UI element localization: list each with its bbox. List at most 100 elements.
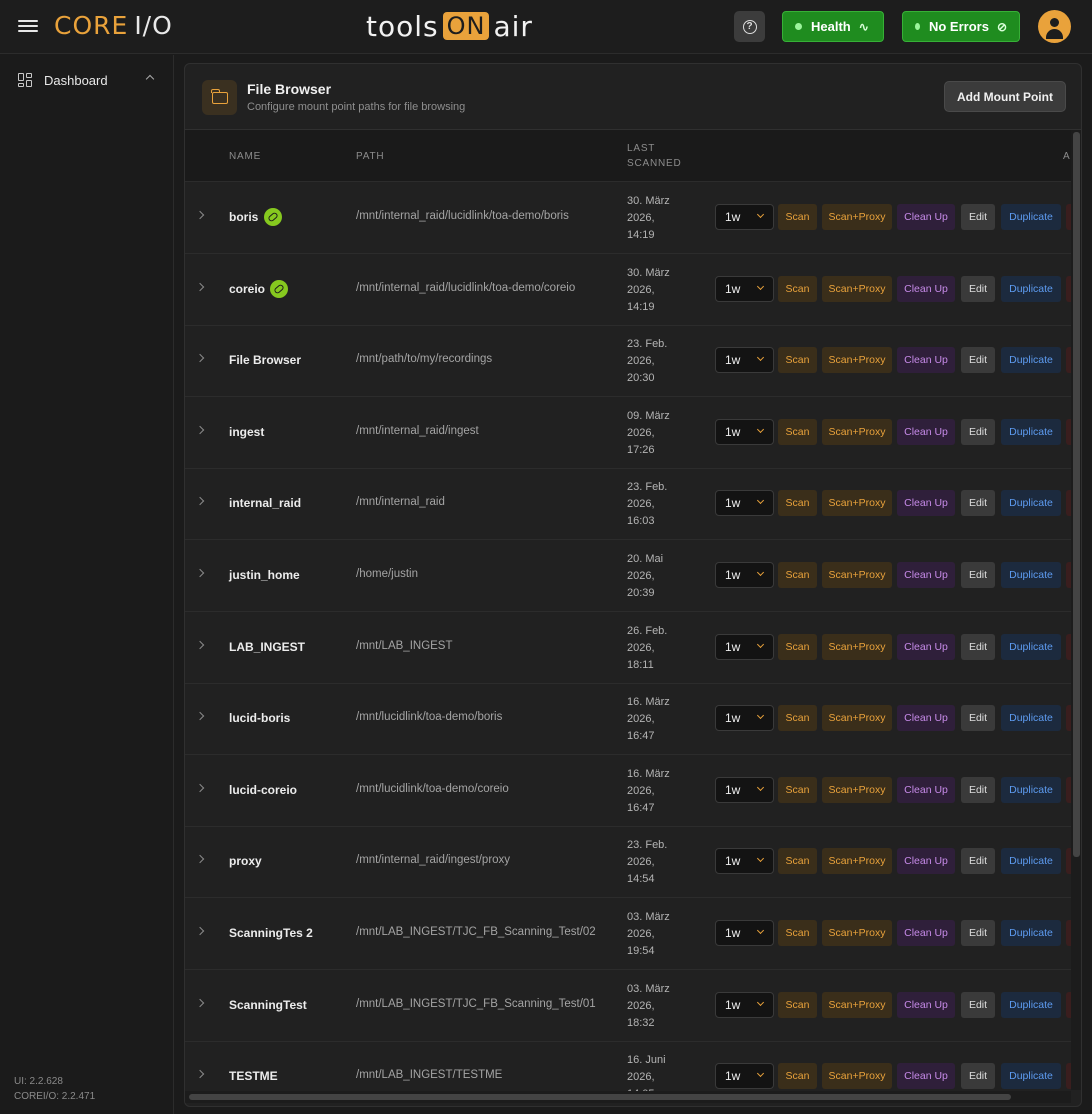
scan-interval-select[interactable]: 1w xyxy=(715,920,774,946)
scan-proxy-button[interactable]: Scan+Proxy xyxy=(822,1063,892,1090)
chevron-up-icon[interactable] xyxy=(145,74,155,84)
duplicate-button[interactable]: Duplicate xyxy=(1001,562,1061,588)
edit-button[interactable]: Edit xyxy=(961,920,995,946)
duplicate-button[interactable]: Duplicate xyxy=(1001,490,1061,517)
scan-proxy-button[interactable]: Scan+Proxy xyxy=(822,490,892,517)
duplicate-button[interactable]: Duplicate xyxy=(1001,347,1061,374)
chevron-right-icon[interactable] xyxy=(195,926,205,936)
clean-up-button[interactable]: Clean Up xyxy=(897,275,955,302)
table-row[interactable]: ScanningTes 2/mnt/LAB_INGEST/TJC_FB_Scan… xyxy=(185,898,1076,970)
scan-proxy-button[interactable]: Scan+Proxy xyxy=(822,776,892,803)
scan-button[interactable]: Scan xyxy=(778,991,817,1018)
scan-interval-select[interactable]: 1w xyxy=(715,418,774,445)
column-last-scanned-line1[interactable]: LAST xyxy=(627,141,655,156)
scan-button[interactable]: Scan xyxy=(778,633,817,660)
scan-interval-select[interactable]: 1w xyxy=(715,991,774,1018)
edit-button[interactable]: Edit xyxy=(961,347,995,374)
scan-button[interactable]: Scan xyxy=(778,1063,817,1090)
table-row[interactable]: lucid-boris/mnt/lucidlink/toa-demo/boris… xyxy=(185,683,1076,756)
scan-interval-select[interactable]: 1w xyxy=(715,705,774,732)
clean-up-button[interactable]: Clean Up xyxy=(897,776,955,803)
chevron-right-icon[interactable] xyxy=(195,640,205,649)
duplicate-button[interactable]: Duplicate xyxy=(1001,204,1061,230)
table-row[interactable]: internal_raid/mnt/internal_raid 23. Feb. 2… xyxy=(185,468,1076,541)
sidebar-item-dashboard[interactable]: Dashboard xyxy=(0,65,174,95)
clean-up-button[interactable]: Clean Up xyxy=(897,204,955,230)
chevron-right-icon[interactable] xyxy=(195,855,205,864)
scan-proxy-button[interactable]: Scan+Proxy xyxy=(822,204,892,230)
chevron-right-icon[interactable] xyxy=(195,1069,205,1079)
chevron-right-icon[interactable] xyxy=(195,425,205,435)
help-button[interactable]: ? xyxy=(734,11,765,42)
user-avatar[interactable] xyxy=(1038,10,1071,43)
scan-button[interactable]: Scan xyxy=(778,490,817,517)
chevron-right-icon[interactable] xyxy=(195,210,205,220)
duplicate-button[interactable]: Duplicate xyxy=(1001,633,1061,660)
table-row[interactable]: proxy/mnt/internal_raid/ingest/proxy 23. … xyxy=(185,826,1076,899)
scan-proxy-button[interactable]: Scan+Proxy xyxy=(822,633,892,660)
clean-up-button[interactable]: Clean Up xyxy=(897,562,955,588)
clean-up-button[interactable]: Clean Up xyxy=(897,920,955,946)
scan-interval-select[interactable]: 1w xyxy=(715,776,774,803)
scan-proxy-button[interactable]: Scan+Proxy xyxy=(822,275,892,302)
duplicate-button[interactable]: Duplicate xyxy=(1001,275,1061,302)
duplicate-button[interactable]: Duplicate xyxy=(1001,1063,1061,1090)
clean-up-button[interactable]: Clean Up xyxy=(897,418,955,445)
scan-interval-select[interactable]: 1w xyxy=(715,848,774,875)
scan-proxy-button[interactable]: Scan+Proxy xyxy=(822,920,892,946)
clean-up-button[interactable]: Clean Up xyxy=(897,848,955,875)
edit-button[interactable]: Edit xyxy=(961,275,995,302)
vertical-scrollbar[interactable] xyxy=(1071,130,1081,1090)
scan-interval-select[interactable]: 1w xyxy=(715,204,774,230)
scan-button[interactable]: Scan xyxy=(778,776,817,803)
scan-button[interactable]: Scan xyxy=(778,204,817,230)
menu-icon[interactable] xyxy=(18,17,38,35)
chevron-right-icon[interactable] xyxy=(195,998,205,1007)
clean-up-button[interactable]: Clean Up xyxy=(897,705,955,732)
scan-interval-select[interactable]: 1w xyxy=(715,633,774,660)
edit-button[interactable]: Edit xyxy=(961,1063,995,1090)
scan-interval-select[interactable]: 1w xyxy=(715,562,774,588)
clean-up-button[interactable]: Clean Up xyxy=(897,490,955,517)
scan-button[interactable]: Scan xyxy=(778,418,817,445)
scan-proxy-button[interactable]: Scan+Proxy xyxy=(822,562,892,588)
scan-interval-select[interactable]: 1w xyxy=(715,275,774,302)
chevron-right-icon[interactable] xyxy=(195,282,205,291)
scan-interval-select[interactable]: 1w xyxy=(715,490,774,517)
chevron-right-icon[interactable] xyxy=(195,711,205,721)
table-row[interactable]: justin_home/home/justin 20. Mai 2026, 20:39… xyxy=(185,540,1076,612)
edit-button[interactable]: Edit xyxy=(961,490,995,517)
duplicate-button[interactable]: Duplicate xyxy=(1001,848,1061,875)
table-row[interactable]: lucid-coreio/mnt/lucidlink/toa-demo/core… xyxy=(185,755,1076,827)
edit-button[interactable]: Edit xyxy=(961,848,995,875)
edit-button[interactable]: Edit xyxy=(961,991,995,1018)
table-row[interactable]: coreio/mnt/internal_raid/lucidlink/toa-d… xyxy=(185,254,1076,326)
scan-interval-select[interactable]: 1w xyxy=(715,1063,774,1090)
scan-interval-select[interactable]: 1w xyxy=(715,347,774,374)
table-row[interactable]: boris/mnt/internal_raid/lucidlink/toa-de… xyxy=(185,182,1076,254)
clean-up-button[interactable]: Clean Up xyxy=(897,347,955,374)
edit-button[interactable]: Edit xyxy=(961,705,995,732)
scan-proxy-button[interactable]: Scan+Proxy xyxy=(822,347,892,374)
clean-up-button[interactable]: Clean Up xyxy=(897,1063,955,1090)
chevron-right-icon[interactable] xyxy=(195,568,205,578)
core-io-logo[interactable]: CORE I/O xyxy=(54,11,173,40)
add-mount-point-button[interactable]: Add Mount Point xyxy=(944,81,1066,112)
scan-proxy-button[interactable]: Scan+Proxy xyxy=(822,418,892,445)
edit-button[interactable]: Edit xyxy=(961,633,995,660)
scan-button[interactable]: Scan xyxy=(778,275,817,302)
edit-button[interactable]: Edit xyxy=(961,418,995,445)
scan-proxy-button[interactable]: Scan+Proxy xyxy=(822,848,892,875)
edit-button[interactable]: Edit xyxy=(961,204,995,230)
scan-button[interactable]: Scan xyxy=(778,705,817,732)
scan-proxy-button[interactable]: Scan+Proxy xyxy=(822,991,892,1018)
column-name[interactable]: NAME xyxy=(229,149,261,164)
scan-proxy-button[interactable]: Scan+Proxy xyxy=(822,705,892,732)
health-button[interactable]: Health ∿ xyxy=(782,11,884,42)
scan-button[interactable]: Scan xyxy=(778,920,817,946)
clean-up-button[interactable]: Clean Up xyxy=(897,991,955,1018)
chevron-right-icon[interactable] xyxy=(195,353,205,363)
table-row[interactable]: ingest/mnt/internal_raid/ingest 09. März 2… xyxy=(185,397,1076,469)
scan-button[interactable]: Scan xyxy=(778,848,817,875)
scan-button[interactable]: Scan xyxy=(778,347,817,374)
